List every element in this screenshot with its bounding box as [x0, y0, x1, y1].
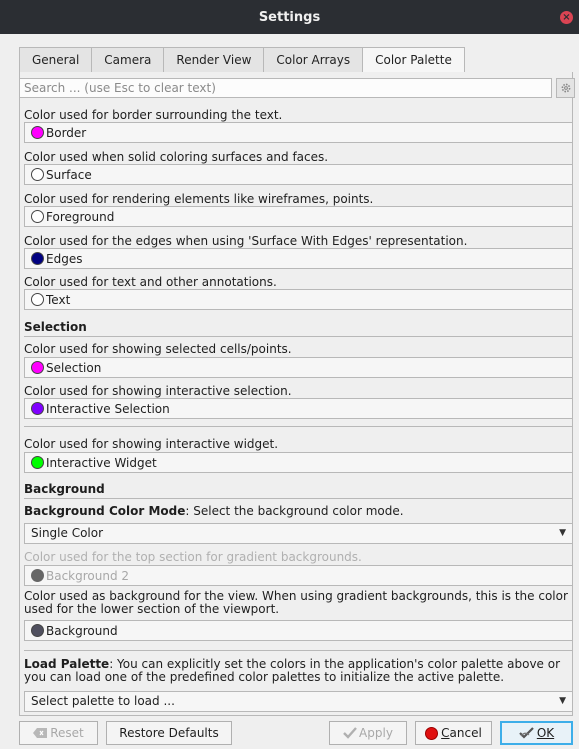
background-mode-title: Background Color Mode: [24, 504, 186, 518]
edges-color-button[interactable]: Edges: [24, 248, 573, 269]
background-mode-value: Single Color: [31, 526, 104, 540]
title-bar: Settings ×: [0, 0, 579, 34]
apply-label: Apply: [359, 726, 393, 740]
selection-heading: Selection: [24, 320, 87, 334]
restore-defaults-button[interactable]: Restore Defaults: [106, 721, 232, 745]
background-color-button[interactable]: Background: [24, 620, 573, 641]
ok-label: OK: [536, 726, 555, 740]
background-mode-description: Background Color Mode: Select the backgr…: [24, 504, 404, 518]
load-palette-select[interactable]: Select palette to load ... ▼: [24, 691, 573, 712]
purple-swatch-icon: [31, 402, 44, 415]
interactive-widget-description: Color used for showing interactive widge…: [24, 437, 279, 451]
edges-description: Color used for the edges when using 'Sur…: [24, 234, 468, 248]
foreground-color-label: Foreground: [46, 209, 115, 224]
tab-color-palette[interactable]: Color Palette: [362, 47, 465, 73]
background-color-label: Background: [46, 623, 118, 638]
clear-icon: [33, 728, 48, 738]
cancel-label: ancel: [449, 726, 482, 740]
background-heading: Background: [24, 482, 105, 496]
load-palette-value: Select palette to load ...: [31, 694, 175, 708]
reset-button[interactable]: Reset: [19, 721, 98, 745]
background-divider: [24, 498, 573, 499]
border-description: Color used for border surrounding the te…: [24, 108, 283, 122]
gray-swatch-icon: [31, 569, 44, 582]
background-mode-select[interactable]: Single Color ▼: [24, 523, 573, 544]
widget-divider: [24, 426, 573, 427]
green-swatch-icon: [31, 456, 44, 469]
white-swatch-icon: [31, 293, 44, 306]
white-swatch-icon: [31, 168, 44, 181]
cancel-mnemonic: C: [441, 726, 450, 740]
tab-camera[interactable]: Camera: [91, 47, 165, 72]
interactive-widget-color-label: Interactive Widget: [46, 455, 157, 470]
background2-description: Color used for the top section for gradi…: [24, 550, 362, 564]
reset-label: Reset: [50, 726, 84, 740]
foreground-description: Color used for rendering elements like w…: [24, 192, 374, 206]
background-mode-desc-text: : Select the background color mode.: [185, 504, 404, 518]
interactive-selection-color-label: Interactive Selection: [46, 401, 170, 416]
background2-color-button: Background 2: [24, 565, 573, 586]
text-color-label: Text: [46, 292, 71, 307]
selection-color-button[interactable]: Selection: [24, 357, 573, 378]
window-title: Settings: [258, 9, 321, 25]
load-palette-title: Load Palette: [24, 657, 110, 671]
border-color-label: Border: [46, 125, 87, 140]
tab-general[interactable]: General: [19, 47, 93, 72]
load-palette-description: Load Palette: You can explicitly set the…: [24, 658, 576, 684]
white-swatch-icon: [31, 210, 44, 223]
chevron-down-icon: ▼: [559, 528, 566, 538]
interactive-selection-color-button[interactable]: Interactive Selection: [24, 398, 573, 419]
foreground-color-button[interactable]: Foreground: [24, 206, 573, 227]
surface-color-button[interactable]: Surface: [24, 164, 573, 185]
background2-color-label: Background 2: [46, 568, 130, 583]
search-input[interactable]: [19, 78, 552, 98]
surface-description: Color used when solid coloring surfaces …: [24, 150, 329, 164]
restore-defaults-label: Restore Defaults: [119, 726, 219, 740]
close-icon[interactable]: ×: [560, 11, 573, 24]
tab-bar: General Camera Render View Color Arrays …: [19, 47, 465, 73]
chevron-down-icon: ▼: [559, 696, 566, 706]
text-color-button[interactable]: Text: [24, 289, 573, 310]
border-color-button[interactable]: Border: [24, 122, 573, 143]
interactive-widget-color-button[interactable]: Interactive Widget: [24, 452, 573, 473]
ok-button[interactable]: OK: [500, 721, 573, 745]
load-palette-divider: [24, 650, 573, 651]
text-description: Color used for text and other annotation…: [24, 275, 277, 289]
background-description: Color used as background for the view. W…: [24, 589, 568, 616]
slate-swatch-icon: [31, 624, 44, 637]
apply-button[interactable]: Apply: [329, 721, 407, 745]
check-icon: [343, 727, 357, 739]
interactive-selection-description: Color used for showing interactive selec…: [24, 384, 292, 398]
edges-color-label: Edges: [46, 251, 83, 266]
cancel-icon: [425, 726, 439, 740]
navy-swatch-icon: [31, 252, 44, 265]
surface-color-label: Surface: [46, 167, 92, 182]
advanced-settings-button[interactable]: [556, 78, 575, 98]
ok-icon: [519, 727, 534, 739]
selection-divider: [24, 336, 573, 337]
selection-color-label: Selection: [46, 360, 102, 375]
magenta-swatch-icon: [31, 361, 44, 374]
tab-render-view[interactable]: Render View: [163, 47, 265, 72]
gear-icon: [561, 83, 570, 93]
magenta-swatch-icon: [31, 126, 44, 139]
selection-description: Color used for showing selected cells/po…: [24, 342, 292, 356]
tab-color-arrays[interactable]: Color Arrays: [263, 47, 364, 72]
cancel-button[interactable]: Cancel: [415, 721, 492, 745]
